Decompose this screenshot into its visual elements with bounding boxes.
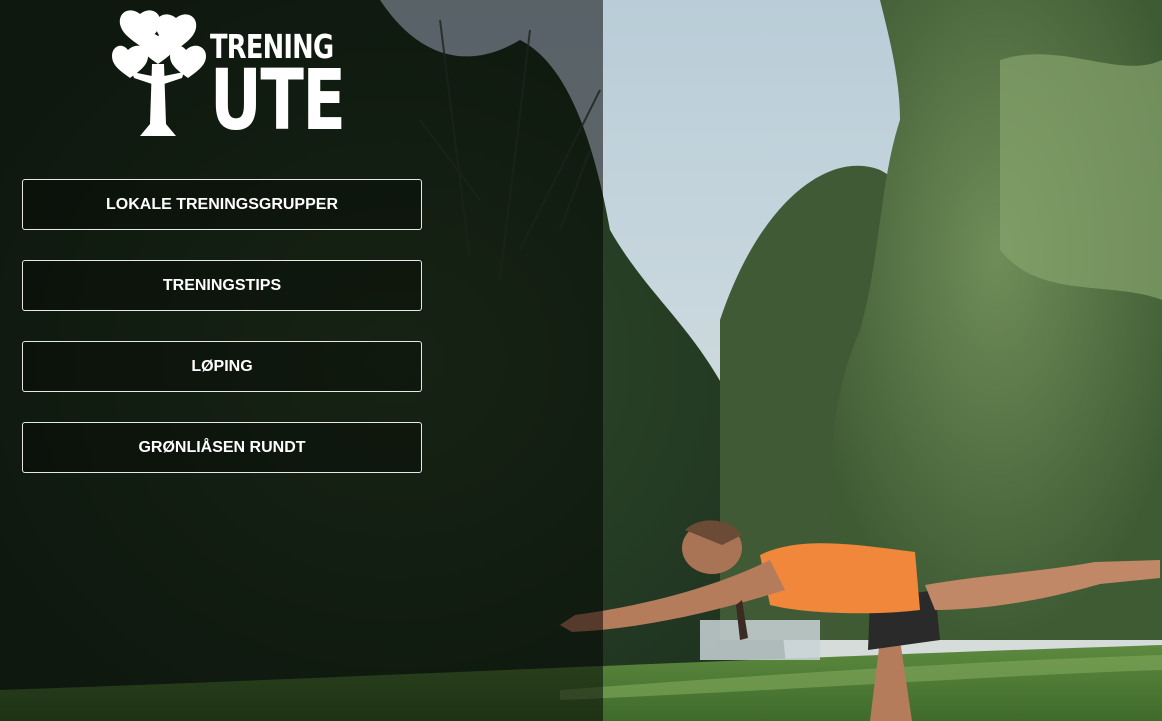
menu-button-loping[interactable]: LØPING bbox=[22, 341, 422, 392]
menu-button-gronliasen-rundt[interactable]: GRØNLIÅSEN RUNDT bbox=[22, 422, 422, 473]
tree-logo-icon bbox=[112, 10, 206, 136]
logo[interactable]: TRENING UTE bbox=[110, 4, 346, 142]
menu-button-lokale-treningsgrupper[interactable]: LOKALE TRENINGSGRUPPER bbox=[22, 179, 422, 230]
logo-line-2: UTE bbox=[210, 51, 346, 149]
page: TRENING UTE LOKALE TRENINGSGRUPPER TRENI… bbox=[0, 0, 1162, 721]
main-menu: LOKALE TRENINGSGRUPPER TRENINGSTIPS LØPI… bbox=[22, 179, 422, 473]
menu-button-treningstips[interactable]: TRENINGSTIPS bbox=[22, 260, 422, 311]
